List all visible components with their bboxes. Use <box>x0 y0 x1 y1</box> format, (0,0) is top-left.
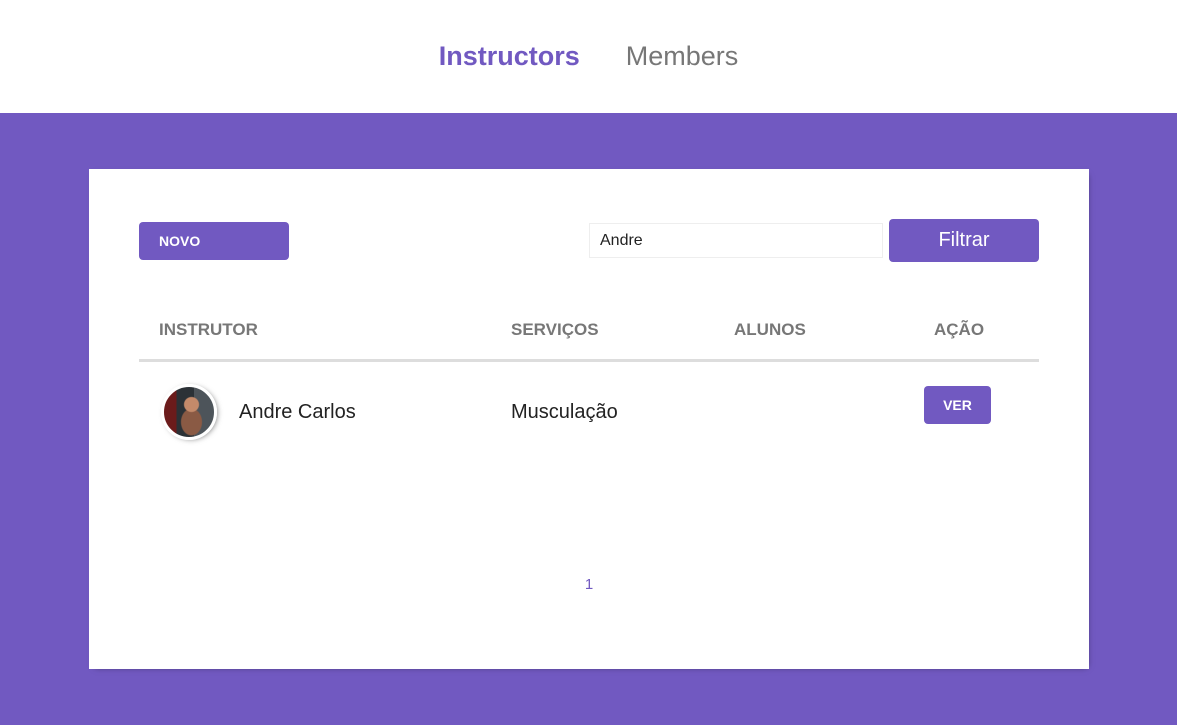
nav-link-members[interactable]: Members <box>626 43 739 70</box>
nav-link-instructors[interactable]: Instructors <box>439 43 580 70</box>
instructors-card: Novo Filtrar Instrutor Serviços Alunos A… <box>89 169 1089 669</box>
main-nav: Instructors Members <box>439 43 739 70</box>
avatar <box>161 384 217 440</box>
column-header-instructor: Instrutor <box>159 320 258 339</box>
table-row: Andre Carlos Musculação Ver <box>139 362 1039 452</box>
page-link-1[interactable]: 1 <box>585 576 593 593</box>
column-header-students: Alunos <box>734 320 806 339</box>
instructors-table: Instrutor Serviços Alunos Ação Andre Car… <box>139 299 1039 452</box>
table-header: Instrutor Serviços Alunos Ação <box>139 299 1039 362</box>
search-input[interactable] <box>589 223 883 258</box>
column-header-services: Serviços <box>511 320 599 339</box>
top-header: Instructors Members <box>0 0 1177 113</box>
instructor-name: Andre Carlos <box>239 401 356 423</box>
filter-button[interactable]: Filtrar <box>889 219 1039 262</box>
column-header-action: Ação <box>934 320 985 339</box>
pagination: 1 <box>89 576 1089 593</box>
view-button[interactable]: Ver <box>924 386 991 424</box>
new-instructor-button[interactable]: Novo <box>139 222 289 260</box>
instructor-services: Musculação <box>511 401 618 423</box>
